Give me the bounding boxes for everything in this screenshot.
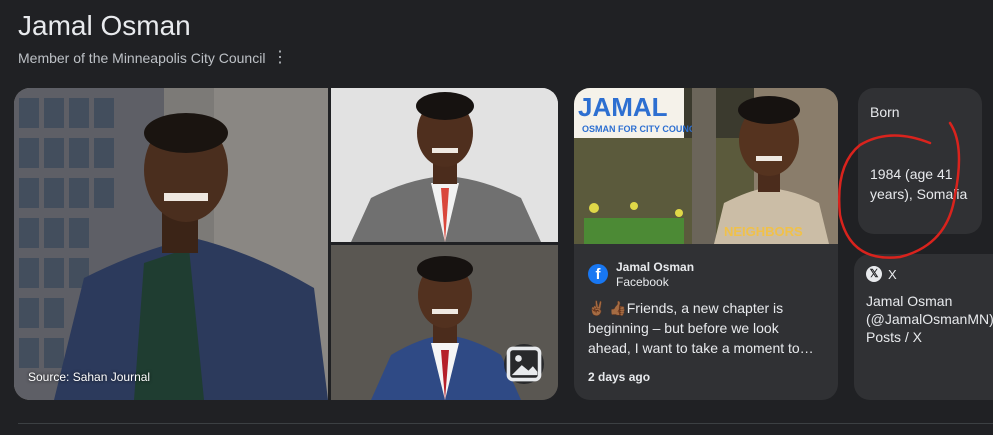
card-platform: X [888, 266, 897, 282]
born-fact-card[interactable]: Born 1984 (age 41 years), Somalia [858, 88, 982, 234]
post-platform: Facebook [616, 275, 669, 289]
image-search-button[interactable] [504, 344, 544, 384]
post-timestamp: 2 days ago [588, 370, 651, 384]
image-icon [506, 346, 542, 382]
x-profile-card[interactable]: 𝕏 X Jamal Osman (@JamalOsmanMN) / Posts … [854, 254, 993, 400]
svg-text:JAMAL: JAMAL [578, 92, 668, 122]
photo-thumbnail[interactable] [331, 88, 558, 242]
image-source-label: Source: Sahan Journal [28, 370, 151, 384]
more-options-icon[interactable]: ⋮ [272, 48, 288, 68]
post-author: Jamal Osman [616, 260, 695, 274]
page-title: Jamal Osman [18, 10, 191, 41]
facebook-post-card[interactable]: JAMAL OSMAN FOR CITY COUNCIL NEIGHBORS f… [574, 88, 838, 400]
facebook-post-image: JAMAL OSMAN FOR CITY COUNCIL NEIGHBORS [574, 88, 838, 244]
page-subtitle: Member of the Minneapolis City Council [18, 50, 266, 66]
post-snippet: ✌🏾 👍🏾Friends, a new chapter is beginning… [588, 300, 814, 356]
photo-thumbnail[interactable] [331, 245, 558, 400]
x-profile-title: Jamal Osman (@JamalOsmanMN) / Posts / X [866, 293, 993, 345]
svg-text:OSMAN FOR CITY COUNCIL: OSMAN FOR CITY COUNCIL [582, 124, 704, 134]
svg-text:NEIGHBORS: NEIGHBORS [724, 224, 803, 239]
x-icon: 𝕏 [866, 266, 882, 282]
fact-value: 1984 (age 41 years), Somalia [870, 166, 968, 202]
fact-label: Born [870, 104, 900, 120]
main-photo[interactable]: Source: Sahan Journal [14, 88, 328, 400]
section-divider [18, 423, 993, 424]
image-gallery: Source: Sahan Journal [14, 88, 558, 400]
facebook-icon: f [588, 264, 608, 284]
facebook-post-header: f Jamal Osman Facebook [588, 260, 694, 290]
